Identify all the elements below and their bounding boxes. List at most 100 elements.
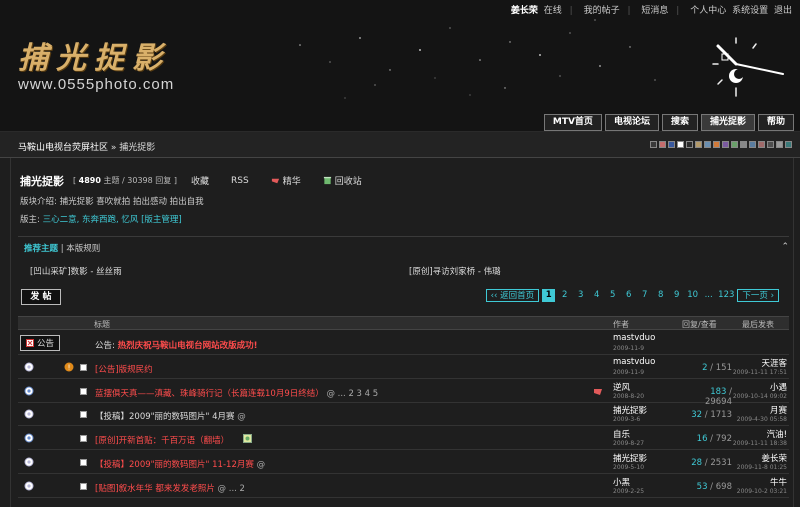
select-checkbox[interactable] (80, 411, 87, 419)
table-row[interactable]: [原创]开新首贴：千百万语（翻墙） 16 / 792 汽油! 2009-11-11 … (18, 427, 789, 451)
nav-mtv-home[interactable]: MTV首页 (543, 114, 602, 131)
page-link[interactable]: 4 (590, 289, 603, 302)
announcement-badge[interactable]: 公告 (20, 335, 60, 351)
topic-title[interactable]: 热烈庆祝马鞍山电视台网站改版成功! (118, 341, 258, 351)
page-link[interactable]: 7 (638, 289, 651, 302)
theme-swatch[interactable] (695, 141, 702, 148)
theme-swatch[interactable] (650, 141, 657, 148)
last-post-date[interactable]: 2009-10-14 09:02 (733, 393, 787, 400)
topic-page-links[interactable]: @ ... 2 (218, 484, 245, 494)
topic-author[interactable]: 捕光捉影 (613, 404, 647, 416)
moderator-names[interactable]: 三心二意, 东奔西跑, 忆风 (43, 215, 139, 225)
table-row[interactable]: 公告 公告: 热烈庆祝马鞍山电视台网站改版成功! mastvduo 2009-11-9 (18, 332, 789, 355)
last-post-date[interactable]: 2009-11-8 01:25 (737, 464, 787, 471)
page-link[interactable]: 6 (622, 289, 635, 302)
page-link[interactable]: 3 (574, 289, 587, 302)
table-row[interactable]: 【投稿】2009"丽的数码图片" 4月赛 @32 / 1713 月赛 2009-4-… (18, 403, 789, 427)
recommended-topic[interactable]: [原创]寻访刘家桥 - 伟璐 (409, 265, 501, 277)
theme-swatch[interactable] (668, 141, 675, 148)
online-status[interactable]: 在线 (544, 6, 562, 16)
profile-link[interactable]: 个人中心 (690, 6, 726, 16)
nav-help[interactable]: 帮助 (757, 114, 794, 131)
topic-title[interactable]: 蓝摆俱天真——滇藏、珠峰骑行记（长篇连载10月9日终结） (95, 389, 324, 399)
collapse-icon[interactable]: ⌃ (781, 242, 789, 252)
next-page-button[interactable]: 下一页 › (737, 289, 779, 302)
topic-page-links[interactable]: @ (257, 460, 266, 470)
theme-swatch[interactable] (659, 141, 666, 148)
new-post-button[interactable]: 发 帖 (21, 289, 61, 305)
nav-search[interactable]: 搜索 (661, 114, 698, 131)
nav-tv-forum[interactable]: 电视论坛 (604, 114, 659, 131)
tab-rules[interactable]: 本版规则 (66, 244, 100, 254)
recommended-topic[interactable]: [凹山采矿]数影 - 丝丝雨 (30, 265, 122, 277)
recycle-bin-link[interactable]: 回收站 (323, 174, 362, 187)
page-link[interactable]: 8 (654, 289, 667, 302)
select-checkbox[interactable] (80, 363, 87, 371)
topic-title[interactable]: 【投稿】2009"丽的数码图片" 4月赛 (95, 412, 235, 422)
topic-author[interactable]: mastvduo (613, 333, 655, 343)
topic-title[interactable]: [公告]版规民约 (95, 365, 153, 375)
theme-swatch[interactable] (722, 141, 729, 148)
theme-swatch[interactable] (704, 141, 711, 148)
table-row[interactable]: 蓝摆俱天真——滇藏、珠峰骑行记（长篇连载10月9日终结） @ ... 2 3 4… (18, 380, 789, 407)
select-checkbox[interactable] (80, 387, 87, 395)
theme-swatch[interactable] (731, 141, 738, 148)
last-poster[interactable]: 小遇 (770, 381, 787, 393)
theme-swatch[interactable] (785, 141, 792, 148)
topic-author[interactable]: 捕光捉影 (613, 452, 647, 464)
topic-page-links[interactable]: @ ... 2 3 4 5 (326, 389, 378, 399)
breadcrumb-site-link[interactable]: 马鞍山电视台荧屏社区 (18, 143, 108, 153)
settings-link[interactable]: 系统设置 (732, 6, 768, 16)
last-poster[interactable]: 汽油! (767, 428, 787, 440)
page-link[interactable]: 5 (606, 289, 619, 302)
theme-swatch[interactable] (758, 141, 765, 148)
last-poster[interactable]: 月赛 (770, 404, 787, 416)
theme-swatch[interactable] (767, 141, 774, 148)
theme-swatch[interactable] (776, 141, 783, 148)
page-link[interactable]: 10 (686, 289, 699, 302)
favorite-link[interactable]: 收藏 (191, 174, 209, 187)
breadcrumb-current[interactable]: 捕光捉影 (119, 143, 155, 153)
last-post-date[interactable]: 2009-4-30 05:58 (737, 416, 787, 423)
username-link[interactable]: 姜长荣 (511, 6, 538, 16)
logout-link[interactable]: 退出 (774, 6, 792, 16)
topic-title[interactable]: 【投稿】2009"丽的数码图片" 11-12月赛 (95, 460, 254, 470)
messages-link[interactable]: 短消息 (641, 6, 668, 16)
last-poster[interactable]: 天涯客 (761, 357, 787, 369)
theme-swatch[interactable] (749, 141, 756, 148)
nav-photo-forum[interactable]: 捕光捉影 (700, 114, 755, 131)
tab-recommended[interactable]: 推荐主题 (24, 244, 58, 254)
page-link[interactable]: 9 (670, 289, 683, 302)
rss-link[interactable]: RSS (231, 174, 249, 187)
theme-swatch[interactable] (686, 141, 693, 148)
topic-author[interactable]: 小黑 (613, 476, 630, 488)
topic-author[interactable]: mastvduo (613, 357, 655, 367)
last-poster[interactable]: 姜长荣 (761, 452, 787, 464)
site-logo[interactable]: 捕光捉影 www.0555photo.com (18, 33, 174, 93)
topic-page-links[interactable]: @ (237, 412, 246, 422)
table-row[interactable]: ! [公告]版规民约 2 / 151 天涯客 2009-11-11 17:51 mast… (18, 356, 789, 379)
last-post-date[interactable]: 2009-10-2 03:21 (737, 488, 787, 495)
topic-author[interactable]: 自乐 (613, 428, 630, 440)
last-page-link[interactable]: 123 (718, 289, 734, 302)
moderator-admin-link[interactable]: [版主管理] (141, 215, 182, 225)
last-post-date[interactable]: 2009-11-11 18:38 (733, 440, 787, 447)
my-posts-link[interactable]: 我的帖子 (584, 6, 620, 16)
select-checkbox[interactable] (80, 482, 87, 490)
table-row[interactable]: 【投稿】2009"丽的数码图片" 11-12月赛 @28 / 2531 姜长荣 20… (18, 451, 789, 474)
select-checkbox[interactable] (80, 435, 87, 443)
back-home-button[interactable]: ‹‹ 返回首页 (485, 289, 540, 302)
digest-link[interactable]: 精华 (271, 174, 301, 187)
page-link[interactable]: 1 (542, 289, 556, 302)
last-poster[interactable]: 牛牛 (770, 476, 787, 488)
topic-title[interactable]: [贴图]叙水年华 都来发发老照片 (95, 484, 215, 494)
theme-swatch[interactable] (713, 141, 720, 148)
page-link[interactable]: 2 (558, 289, 571, 302)
table-row[interactable]: [贴图]叙水年华 都来发发老照片 @ ... 2 53 / 698 牛牛 2009-1… (18, 475, 789, 498)
select-checkbox[interactable] (80, 459, 87, 466)
last-post-date[interactable]: 2009-11-11 17:51 (733, 369, 787, 376)
theme-swatch[interactable] (740, 141, 747, 148)
topic-title[interactable]: [原创]开新首贴：千百万语（翻墙） (95, 436, 229, 446)
topic-author[interactable]: 逆风 (613, 381, 630, 393)
theme-swatch[interactable] (677, 141, 684, 148)
